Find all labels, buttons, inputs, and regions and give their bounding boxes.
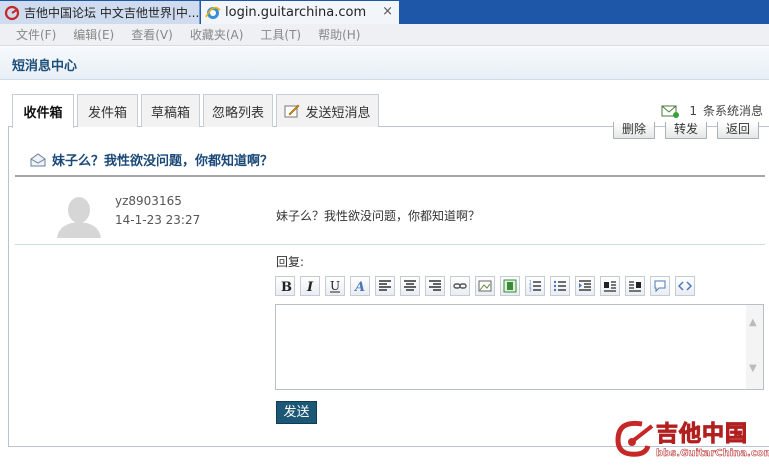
browser-tab-strip: 吉他中国论坛 中文吉他世界|中... login.guitarchina.com… <box>0 0 769 24</box>
reply-textarea[interactable]: ▲ ▼ <box>275 304 764 390</box>
page-title: 短消息中心 <box>12 59 78 74</box>
subject-divider <box>15 175 765 177</box>
message-divider <box>15 244 765 245</box>
guitarchina-favicon-icon <box>4 5 20 20</box>
italic-icon[interactable]: I <box>300 276 320 296</box>
watermark-text: 吉他中国 <box>655 422 749 448</box>
svg-text:I: I <box>306 280 314 293</box>
underline-icon[interactable]: U <box>325 276 345 296</box>
browser-tab-title: login.guitarchina.com <box>225 5 367 20</box>
browser-tab-title: 吉他中国论坛 中文吉他世界|中... <box>24 6 199 20</box>
editor-toolbar: B I U A 123 <box>275 276 700 298</box>
menu-edit[interactable]: 编辑(E) <box>73 26 114 43</box>
ordered-list-icon[interactable]: 123 <box>525 276 545 296</box>
browser-tab-forum[interactable]: 吉他中国论坛 中文吉他世界|中... <box>0 1 200 24</box>
message-time: 14-1-23 23:27 <box>115 213 201 227</box>
delete-button[interactable]: 删除 <box>613 122 655 139</box>
svg-text:A: A <box>353 280 365 293</box>
send-button[interactable]: 发送 <box>276 401 317 424</box>
sender-name[interactable]: yz8903165 <box>115 194 182 208</box>
menu-tools[interactable]: 工具(T) <box>260 26 301 43</box>
message-body: 妹子么？我性欲没问题，你都知道啊？ <box>276 209 481 223</box>
scroll-down-icon[interactable]: ▼ <box>749 363 757 374</box>
browser-tab-login[interactable]: login.guitarchina.com × <box>201 1 399 24</box>
reply-label: 回复: <box>276 255 305 269</box>
menu-help[interactable]: 帮助(H) <box>318 26 360 43</box>
svg-text:3: 3 <box>529 288 532 293</box>
unordered-list-icon[interactable] <box>550 276 570 296</box>
attachment-icon[interactable] <box>500 276 520 296</box>
align-left-icon[interactable] <box>375 276 395 296</box>
tab-ignore-list[interactable]: 忽略列表 <box>203 94 273 127</box>
float-left-icon[interactable] <box>600 276 620 296</box>
tab-outbox[interactable]: 发件箱 <box>77 94 138 127</box>
close-tab-icon[interactable]: × <box>382 4 393 19</box>
quote-icon[interactable] <box>650 276 670 296</box>
image-icon[interactable] <box>475 276 495 296</box>
back-button[interactable]: 返回 <box>717 122 759 139</box>
ie-favicon-icon <box>205 6 221 19</box>
compose-icon <box>284 104 300 118</box>
menu-favorites[interactable]: 收藏夹(A) <box>190 26 244 43</box>
font-color-icon[interactable]: A <box>350 276 370 296</box>
system-message-label: 条系统消息 <box>702 104 763 118</box>
bold-icon[interactable]: B <box>275 276 295 296</box>
svg-text:B: B <box>281 280 292 293</box>
svg-text:U: U <box>330 279 340 293</box>
subject-text: 妹子么？我性欲没问题，你都知道啊？ <box>52 154 274 169</box>
float-right-icon[interactable] <box>625 276 645 296</box>
menu-view[interactable]: 查看(V) <box>131 26 173 43</box>
page-header: 短消息中心 <box>0 47 769 80</box>
align-right-icon[interactable] <box>425 276 445 296</box>
scroll-up-icon[interactable]: ▲ <box>749 317 757 328</box>
tab-send-message-label: 发送短消息 <box>305 105 371 121</box>
tab-inbox[interactable]: 收件箱 <box>12 94 74 128</box>
watermark-url: bbs.GuitarChina.com <box>656 448 769 460</box>
align-center-icon[interactable] <box>400 276 420 296</box>
open-mail-icon <box>30 152 46 166</box>
system-message-notice[interactable]: 1 条系统消息 <box>661 102 763 119</box>
browser-menubar: 文件(F) 编辑(E) 查看(V) 收藏夹(A) 工具(T) 帮助(H) <box>0 24 769 46</box>
link-icon[interactable] <box>450 276 470 296</box>
forward-button[interactable]: 转发 <box>665 122 707 139</box>
code-icon[interactable] <box>675 276 695 296</box>
textarea-scrollbar[interactable]: ▲ ▼ <box>746 305 763 389</box>
message-subject: 妹子么？我性欲没问题，你都知道啊？ <box>30 150 273 169</box>
guitarchina-logo-icon <box>615 420 654 457</box>
watermark: 吉他中国 bbs.GuitarChina.com <box>612 414 769 464</box>
system-message-count: 1 <box>689 103 697 118</box>
indent-icon[interactable] <box>575 276 595 296</box>
envelope-icon <box>661 105 680 118</box>
menu-file[interactable]: 文件(F) <box>16 26 56 43</box>
tab-drafts[interactable]: 草稿箱 <box>141 94 200 127</box>
avatar[interactable] <box>55 195 103 238</box>
tab-send-message[interactable]: 发送短消息 <box>276 94 379 127</box>
